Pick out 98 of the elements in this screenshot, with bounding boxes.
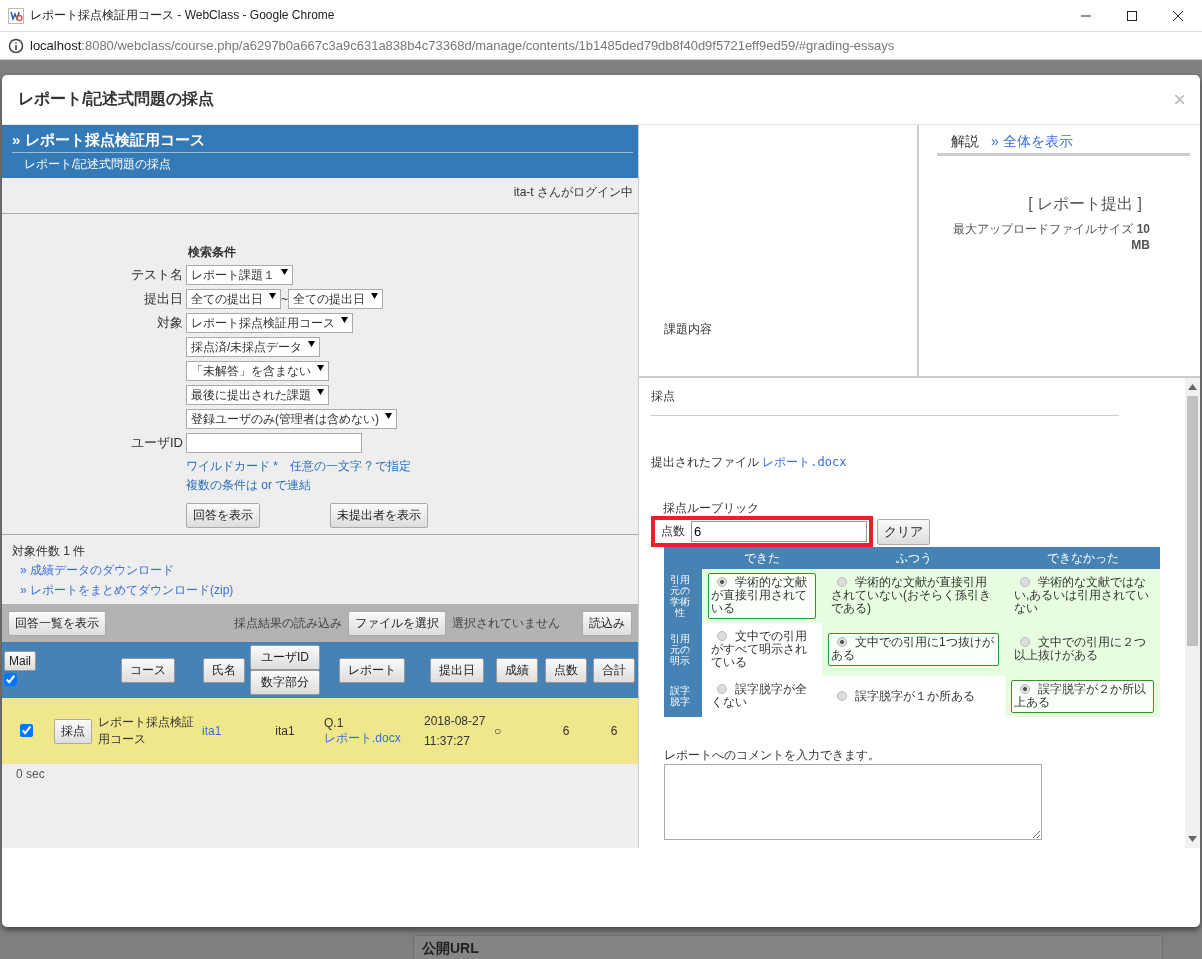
public-url-heading: 公開URL	[422, 940, 479, 956]
column-header-button[interactable]: 数字部分	[250, 670, 320, 695]
page-subtitle: レポート/記述式問題の採点	[23, 156, 173, 173]
comment-field[interactable]	[664, 763, 1042, 840]
search-button[interactable]: 回答を表示	[186, 503, 260, 528]
field-label: 提出日	[144, 291, 183, 306]
column-header-button[interactable]: 提出日	[430, 657, 484, 683]
user-id-link[interactable]: ita1	[202, 724, 222, 738]
table-cell-text: 2018-08-27 11:37:27	[424, 713, 487, 750]
info-icon	[8, 37, 24, 54]
rubric-option[interactable]: 学術的な文献が直接引用されている	[708, 573, 816, 619]
dropdown-arrow-icon	[385, 413, 392, 419]
upload-size-note: 最大アップロードファイルサイズ 10 MB	[953, 222, 1150, 252]
field-label: テスト名	[131, 267, 183, 282]
range-separator: ~	[281, 292, 288, 306]
dropdown-arrow-icon	[371, 293, 378, 299]
level-header: できた	[744, 550, 780, 565]
dropdown[interactable]: 全ての提出日	[186, 289, 281, 309]
column-header-button[interactable]: 合計	[593, 657, 635, 683]
scroll-up-icon[interactable]	[1188, 384, 1197, 390]
rubric-label: 採点ルーブリック	[663, 501, 760, 515]
search-button[interactable]: 未提出者を表示	[330, 503, 428, 528]
level-header: ふつう	[895, 550, 932, 565]
download-link[interactable]: » レポートをまとめてダウンロード(zip)	[20, 583, 234, 597]
rubric-option[interactable]: 誤字脱字が１か所ある	[828, 686, 999, 706]
column-header-button[interactable]: 氏名	[203, 657, 245, 683]
dropdown-arrow-icon	[308, 341, 316, 347]
select-all-checkbox[interactable]	[4, 673, 17, 686]
report-link[interactable]: レポート.docx	[324, 730, 401, 745]
row-checkbox[interactable]	[19, 724, 33, 737]
table-cell: ita1	[275, 724, 295, 738]
score-label: 点数	[661, 523, 685, 540]
table-cell: ○	[494, 724, 502, 738]
explanation-tab[interactable]: 解説	[951, 133, 979, 151]
clear-button[interactable]: クリア	[877, 518, 930, 545]
login-status: ita-t さんがログイン中	[513, 185, 633, 199]
dropdown-arrow-icon	[341, 317, 348, 323]
close-icon[interactable]	[1172, 9, 1184, 22]
mail-column-button[interactable]: Mail	[4, 651, 36, 671]
criterion-label: 誤字脱字	[669, 685, 690, 708]
level-header: できなかった	[1046, 550, 1119, 565]
field-label: ユーザID	[131, 435, 183, 450]
dropdown[interactable]: 採点済/未採点データ	[186, 337, 321, 357]
show-all-link[interactable]: » 全体を表示	[991, 133, 1073, 151]
file-label: 提出されたファイル	[651, 455, 759, 469]
timing-text: 0 sec	[16, 767, 45, 781]
download-link[interactable]: » 成績データのダウンロード	[20, 563, 174, 577]
dropdown[interactable]: レポート採点検証用コース	[186, 313, 353, 333]
rubric-option[interactable]: 文中での引用に1つ抜けがある	[828, 633, 999, 666]
window-title: レポート採点検証用コース - WebClass - Google Chrome	[30, 7, 336, 24]
search-heading: 検索条件	[188, 244, 237, 261]
grade-button[interactable]: 採点	[54, 718, 92, 744]
rubric-option[interactable]: 誤字脱字が全くない	[708, 680, 816, 713]
dropdown[interactable]: 登録ユーザのみ(管理者は含めない)	[186, 409, 397, 429]
column-header-button[interactable]: 点数	[545, 657, 587, 683]
scroll-down-icon[interactable]	[1188, 836, 1197, 842]
dropdown-arrow-icon	[317, 365, 324, 371]
hint-text: 複数の条件は or で連結	[186, 477, 313, 494]
criterion-label: 引用元の明示	[669, 632, 690, 666]
table-cell: 6	[562, 724, 570, 738]
column-header-button[interactable]: レポート	[339, 657, 405, 683]
table-cell: レポート採点検証用コース	[98, 715, 194, 746]
course-title: » レポート採点検証用コース	[12, 131, 633, 153]
rubric-option[interactable]: 誤字脱字が２か所以上ある	[1011, 680, 1154, 713]
column-header-button[interactable]: コース	[121, 657, 175, 683]
submission-heading: [ レポート提出 ]	[1028, 195, 1142, 212]
dropdown[interactable]: 「未解答」を含まない	[186, 361, 329, 381]
task-label: 課題内容	[664, 321, 712, 338]
dropdown[interactable]: 全ての提出日	[288, 289, 383, 309]
grading-heading: 採点	[651, 388, 1119, 416]
field-label: 対象	[157, 315, 183, 330]
load-button[interactable]: 読込み	[582, 610, 632, 636]
url-text: localhost:8080/webclass/course.php/a6297b0a667c3a9c631a838b4c73368d/manage/contents/1b1485ded79db8f40d9f5721eff9ed59/#grading-essays	[30, 38, 895, 53]
column-header-button[interactable]: ユーザID	[250, 645, 320, 670]
column-header-button[interactable]: 成績	[496, 657, 538, 683]
hint-text: ワイルドカード * 任意の一文字 ? で指定	[186, 458, 413, 475]
score-field[interactable]: 6	[691, 521, 867, 542]
user-id-field[interactable]	[186, 433, 362, 453]
app-icon	[8, 7, 24, 24]
rubric-option[interactable]: 文中での引用がすべて明示されている	[708, 626, 816, 673]
criterion-label: 引用元の学術性	[669, 573, 690, 618]
comment-label: レポートへのコメントを入力できます。	[664, 746, 881, 764]
scrollbar[interactable]	[1185, 378, 1200, 848]
result-count: 対象件数 1 件	[12, 543, 87, 560]
file-link[interactable]: レポート.docx	[762, 455, 847, 469]
maximize-icon[interactable]	[1126, 9, 1138, 22]
dropdown[interactable]: 最後に提出された課題	[186, 385, 329, 405]
table-cell: 6	[610, 724, 618, 738]
dropdown-arrow-icon	[281, 269, 288, 275]
answer-list-button[interactable]: 回答一覧を表示	[8, 610, 106, 636]
dialog-title: レポート/記述式問題の採点	[18, 89, 215, 109]
file-status: 選択されていません	[452, 614, 560, 632]
import-label: 採点結果の読み込み	[234, 614, 342, 632]
dropdown-arrow-icon	[269, 293, 276, 299]
file-select-button[interactable]: ファイルを選択	[348, 610, 446, 636]
dropdown[interactable]: レポート課題１	[186, 265, 293, 285]
question-label: Q.1	[324, 715, 344, 730]
dropdown-arrow-icon	[317, 389, 324, 395]
